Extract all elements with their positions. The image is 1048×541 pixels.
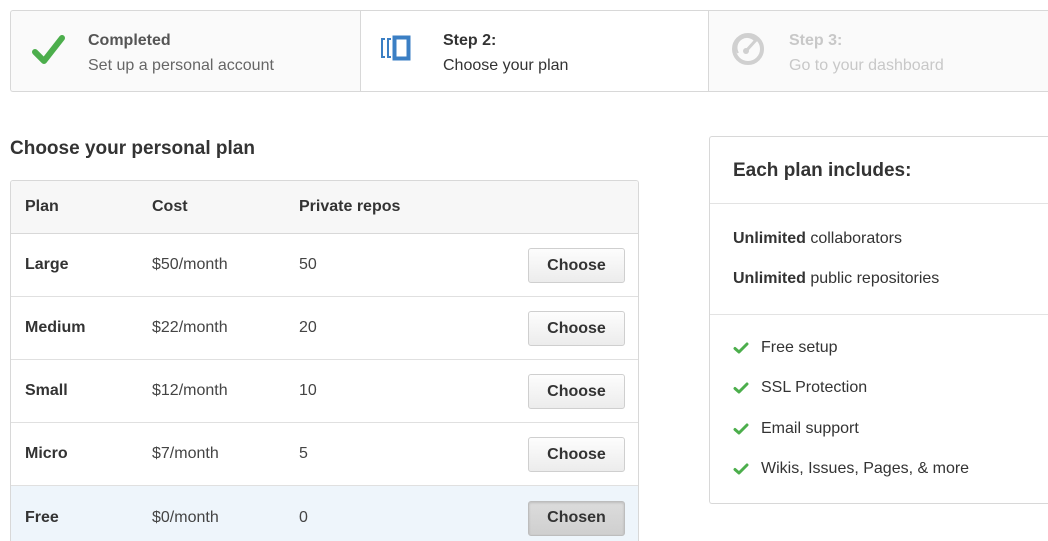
page-title: Choose your personal plan bbox=[10, 138, 255, 159]
feature-item: SSL Protection bbox=[733, 379, 867, 397]
check-icon bbox=[733, 463, 749, 475]
step-current-description: Choose your plan bbox=[443, 57, 569, 74]
column-header-private-repos: Private repos bbox=[299, 198, 401, 215]
check-icon bbox=[32, 35, 65, 64]
table-header-row: Plan Cost Private repos bbox=[11, 181, 638, 234]
step-upcoming: Step 3: Go to your dashboard bbox=[709, 11, 1048, 91]
includes-heading: Each plan includes: bbox=[733, 160, 912, 181]
plan-private-repos: 0 bbox=[299, 508, 308, 526]
plan-icon bbox=[381, 35, 411, 61]
plan-private-repos: 20 bbox=[299, 319, 317, 336]
column-header-cost: Cost bbox=[152, 198, 188, 215]
divider bbox=[710, 314, 1048, 315]
table-row: Medium $22/month 20 Choose bbox=[11, 297, 638, 360]
check-icon bbox=[733, 423, 749, 435]
table-row: Large $50/month 50 Choose bbox=[11, 234, 638, 297]
unlimited-item: Unlimited public repositories bbox=[733, 270, 939, 288]
plan-private-repos: 50 bbox=[299, 256, 317, 273]
step-completed-title: Completed bbox=[88, 32, 171, 49]
plan-name: Medium bbox=[25, 319, 86, 336]
check-icon bbox=[733, 382, 749, 394]
plan-name: Large bbox=[25, 256, 69, 273]
step-upcoming-title: Step 3: bbox=[789, 32, 843, 49]
divider bbox=[710, 203, 1048, 204]
feature-label: SSL Protection bbox=[761, 379, 868, 396]
unlimited-label: Unlimited bbox=[733, 270, 806, 287]
plan-name: Micro bbox=[25, 445, 68, 462]
plan-cost: $12/month bbox=[152, 382, 228, 399]
unlimited-label: Unlimited bbox=[733, 230, 806, 247]
plan-cost: $0/month bbox=[152, 508, 219, 526]
unlimited-item: Unlimited collaborators bbox=[733, 230, 902, 248]
choose-large-button[interactable]: Choose bbox=[528, 248, 625, 283]
feature-item: Email support bbox=[733, 420, 859, 438]
step-completed: Completed Set up a personal account bbox=[11, 11, 361, 91]
feature-label: Email support bbox=[761, 420, 859, 437]
unlimited-text: collaborators bbox=[805, 230, 902, 247]
choose-micro-button[interactable]: Choose bbox=[528, 437, 625, 472]
plan-cost: $7/month bbox=[152, 445, 219, 462]
feature-label: Free setup bbox=[761, 339, 838, 356]
plan-includes-panel: Each plan includes: Unlimited collaborat… bbox=[709, 136, 1048, 504]
plan-private-repos: 10 bbox=[299, 382, 317, 399]
dashboard-gauge-icon bbox=[732, 33, 764, 65]
check-icon bbox=[733, 342, 749, 354]
step-current-title: Step 2: bbox=[443, 32, 497, 49]
choose-medium-button[interactable]: Choose bbox=[528, 311, 625, 346]
plan-cost: $22/month bbox=[152, 319, 228, 336]
chosen-free-button[interactable]: Chosen bbox=[528, 500, 625, 536]
choose-small-button[interactable]: Choose bbox=[528, 374, 625, 409]
plan-cost: $50/month bbox=[152, 256, 228, 273]
plan-name: Free bbox=[25, 508, 59, 526]
table-row: Small $12/month 10 Choose bbox=[11, 360, 638, 423]
plans-table: Plan Cost Private repos Large $50/month … bbox=[10, 180, 639, 541]
signup-steps: Completed Set up a personal account Step… bbox=[10, 10, 1048, 92]
step-upcoming-description: Go to your dashboard bbox=[789, 57, 944, 74]
feature-label: Wikis, Issues, Pages, & more bbox=[761, 460, 970, 477]
table-row-selected: Free $0/month 0 Chosen bbox=[11, 486, 638, 541]
feature-item: Wikis, Issues, Pages, & more bbox=[733, 460, 969, 478]
feature-item: Free setup bbox=[733, 339, 837, 357]
step-completed-description: Set up a personal account bbox=[88, 57, 274, 74]
unlimited-text: public repositories bbox=[805, 270, 940, 287]
column-header-plan: Plan bbox=[25, 198, 59, 215]
plan-private-repos: 5 bbox=[299, 445, 308, 462]
step-current: Step 2: Choose your plan bbox=[361, 11, 709, 91]
plan-name: Small bbox=[25, 382, 68, 399]
table-row: Micro $7/month 5 Choose bbox=[11, 423, 638, 486]
